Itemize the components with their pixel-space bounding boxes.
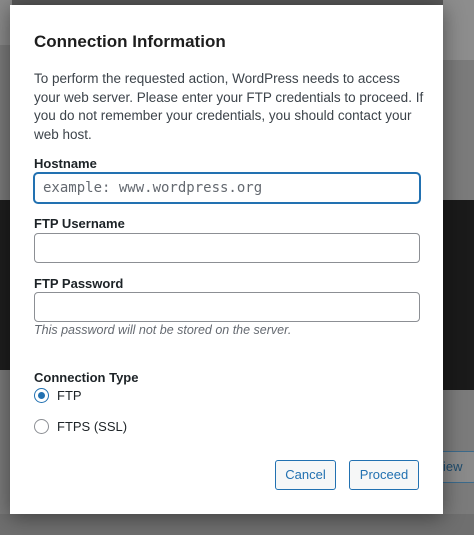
dialog-intro-text: To perform the requested action, WordPre…	[34, 71, 424, 142]
ftp-password-label: FTP Password	[34, 276, 124, 291]
radio-button-ftps[interactable]	[34, 419, 49, 434]
hostname-input[interactable]	[34, 173, 420, 203]
connection-type-label: Connection Type	[34, 370, 139, 385]
dialog-title: Connection Information	[34, 32, 226, 51]
hostname-label: Hostname	[34, 156, 97, 171]
ftp-username-label: FTP Username	[34, 216, 125, 231]
password-note: This password will not be stored on the …	[34, 323, 292, 337]
radio-button-ftp[interactable]	[34, 388, 49, 403]
background-bottom	[0, 514, 474, 535]
background-image-right	[443, 200, 474, 390]
proceed-button[interactable]: Proceed	[349, 460, 419, 490]
radio-option-ftp[interactable]: FTP	[34, 388, 82, 403]
cancel-button[interactable]: Cancel	[275, 460, 336, 490]
connection-dialog: Connection Information To perform the re…	[10, 5, 443, 514]
radio-option-ftps[interactable]: FTPS (SSL)	[34, 419, 127, 434]
ftp-username-input[interactable]	[34, 233, 420, 263]
ftp-password-input[interactable]	[34, 292, 420, 322]
radio-label-ftps: FTPS (SSL)	[57, 419, 128, 434]
radio-label-ftp: FTP	[57, 388, 82, 403]
background-thumbnail-right	[443, 0, 474, 60]
